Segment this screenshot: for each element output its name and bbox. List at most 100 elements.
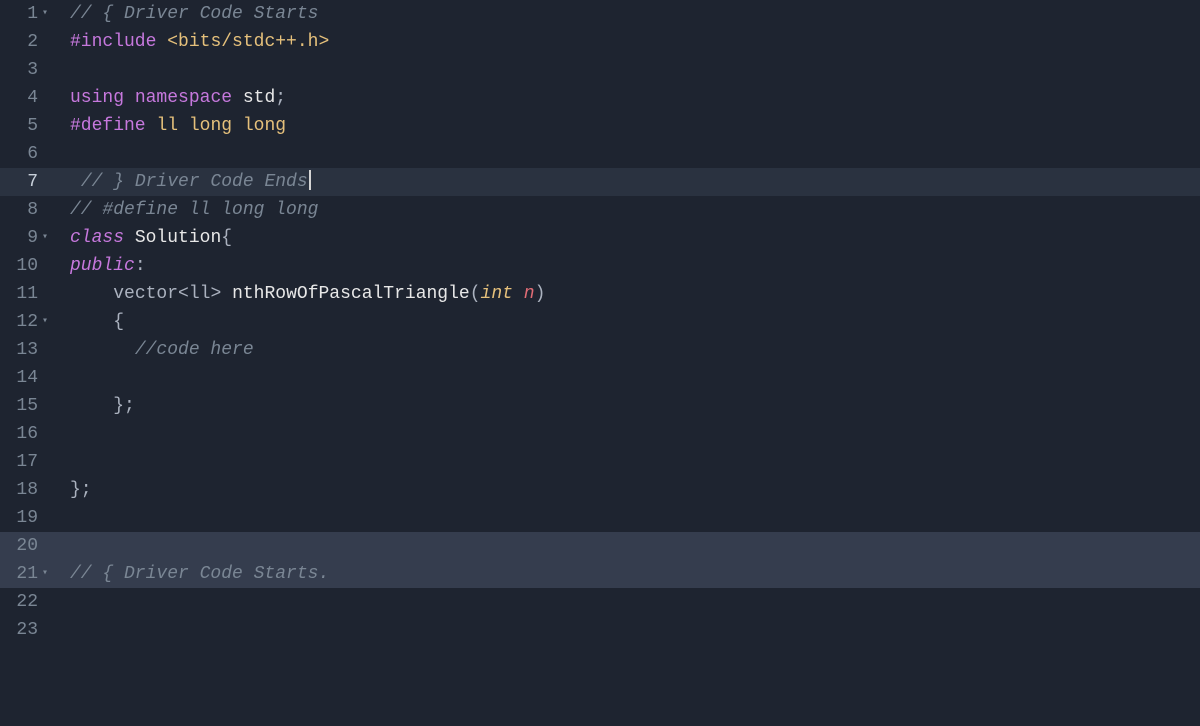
code-line[interactable]: 3: [0, 56, 1200, 84]
code-editor[interactable]: 1▾ // { Driver Code Starts 2 #include <bits…: [0, 0, 1200, 726]
line-number-gutter[interactable]: 5: [0, 112, 58, 140]
line-number-gutter[interactable]: 16: [0, 420, 58, 448]
line-number: 12: [16, 308, 38, 336]
code-line[interactable]: 21▾// { Driver Code Starts.: [0, 560, 1200, 588]
line-number: 15: [16, 392, 38, 420]
line-number-gutter[interactable]: 12▾: [0, 308, 58, 336]
line-number: 2: [27, 28, 38, 56]
code-token: [146, 116, 157, 136]
code-line[interactable]: 22: [0, 588, 1200, 616]
line-number: 4: [27, 84, 38, 112]
line-number: 8: [27, 196, 38, 224]
code-token: {: [113, 312, 124, 332]
code-content[interactable]: #include <bits/stdc++.h>: [58, 28, 329, 56]
code-token: <bits/stdc++.h>: [167, 32, 329, 52]
fold-toggle-icon[interactable]: ▾: [40, 0, 48, 28]
code-token: public: [70, 256, 135, 276]
code-token: vector: [113, 284, 178, 304]
code-line[interactable]: 10public:: [0, 252, 1200, 280]
line-number-gutter[interactable]: 17: [0, 448, 58, 476]
code-content[interactable]: // { Driver Code Starts: [58, 0, 318, 28]
line-number: 14: [16, 364, 38, 392]
line-number: 18: [16, 476, 38, 504]
code-token: {: [221, 228, 232, 248]
code-line[interactable]: 9▾class Solution{: [0, 224, 1200, 252]
code-line[interactable]: 1▾ // { Driver Code Starts: [0, 0, 1200, 28]
code-content[interactable]: public:: [58, 252, 146, 280]
code-line[interactable]: 16: [0, 420, 1200, 448]
code-token: <: [178, 284, 189, 304]
code-content[interactable]: // } Driver Code Ends: [58, 168, 311, 196]
line-number-gutter[interactable]: 7: [0, 168, 58, 196]
code-content[interactable]: // #define ll long long: [58, 196, 318, 224]
line-number-gutter[interactable]: 14: [0, 364, 58, 392]
line-number-gutter[interactable]: 13: [0, 336, 58, 364]
line-number-gutter[interactable]: 19: [0, 504, 58, 532]
line-number-gutter[interactable]: 18: [0, 476, 58, 504]
code-line[interactable]: 23: [0, 616, 1200, 644]
line-number: 5: [27, 112, 38, 140]
code-token: class: [70, 228, 124, 248]
code-line[interactable]: 17: [0, 448, 1200, 476]
line-number-gutter[interactable]: 22: [0, 588, 58, 616]
code-content[interactable]: #define ll long long: [58, 112, 286, 140]
code-content[interactable]: //code here: [58, 336, 254, 364]
line-number-gutter[interactable]: 2: [0, 28, 58, 56]
line-number: 21: [16, 560, 38, 588]
line-number-gutter[interactable]: 6: [0, 140, 58, 168]
code-line[interactable]: 8 // #define ll long long: [0, 196, 1200, 224]
code-token: :: [135, 256, 146, 276]
code-token: std: [243, 88, 275, 108]
line-number-gutter[interactable]: 15: [0, 392, 58, 420]
line-number-gutter[interactable]: 11: [0, 280, 58, 308]
code-token: [232, 88, 243, 108]
fold-toggle-icon[interactable]: ▾: [40, 308, 48, 336]
code-content[interactable]: // { Driver Code Starts.: [58, 560, 329, 588]
code-content[interactable]: using namespace std;: [58, 84, 286, 112]
code-token: ): [535, 284, 546, 304]
code-line[interactable]: 4 using namespace std;: [0, 84, 1200, 112]
code-token: Solution: [135, 228, 221, 248]
fold-toggle-icon[interactable]: ▾: [40, 560, 48, 588]
code-token: [70, 340, 135, 360]
line-number-gutter[interactable]: 9▾: [0, 224, 58, 252]
code-content[interactable]: };: [58, 476, 92, 504]
line-number: 16: [16, 420, 38, 448]
code-token: using: [70, 88, 124, 108]
code-line[interactable]: 20: [0, 532, 1200, 560]
code-line[interactable]: 13 //code here: [0, 336, 1200, 364]
code-token: ;: [275, 88, 286, 108]
code-line[interactable]: 12▾ {: [0, 308, 1200, 336]
code-line[interactable]: 7 // } Driver Code Ends: [0, 168, 1200, 196]
code-line[interactable]: 2 #include <bits/stdc++.h>: [0, 28, 1200, 56]
code-token: //code here: [135, 340, 254, 360]
line-number: 9: [27, 224, 38, 252]
line-number-gutter[interactable]: 3: [0, 56, 58, 84]
code-line[interactable]: 18};: [0, 476, 1200, 504]
code-line[interactable]: 15 };: [0, 392, 1200, 420]
code-token: nthRowOfPascalTriangle: [232, 284, 470, 304]
line-number-gutter[interactable]: 4: [0, 84, 58, 112]
line-number-gutter[interactable]: 21▾: [0, 560, 58, 588]
fold-toggle-icon[interactable]: ▾: [40, 224, 48, 252]
code-line[interactable]: 11 vector<ll> nthRowOfPascalTriangle(int…: [0, 280, 1200, 308]
line-number-gutter[interactable]: 8: [0, 196, 58, 224]
code-line[interactable]: 19: [0, 504, 1200, 532]
code-token: [70, 284, 113, 304]
line-number-gutter[interactable]: 20: [0, 532, 58, 560]
code-token: (: [470, 284, 481, 304]
line-number-gutter[interactable]: 23: [0, 616, 58, 644]
line-number: 22: [16, 588, 38, 616]
code-content[interactable]: class Solution{: [58, 224, 232, 252]
code-content[interactable]: vector<ll> nthRowOfPascalTriangle(int n): [58, 280, 545, 308]
code-token: // { Driver Code Starts: [70, 4, 318, 24]
line-number-gutter[interactable]: 10: [0, 252, 58, 280]
code-content[interactable]: };: [58, 392, 135, 420]
code-line[interactable]: 6: [0, 140, 1200, 168]
code-line[interactable]: 14: [0, 364, 1200, 392]
code-line[interactable]: 5 #define ll long long: [0, 112, 1200, 140]
line-number-gutter[interactable]: 1▾: [0, 0, 58, 28]
line-number: 19: [16, 504, 38, 532]
code-content[interactable]: {: [58, 308, 124, 336]
code-token: [70, 396, 113, 416]
